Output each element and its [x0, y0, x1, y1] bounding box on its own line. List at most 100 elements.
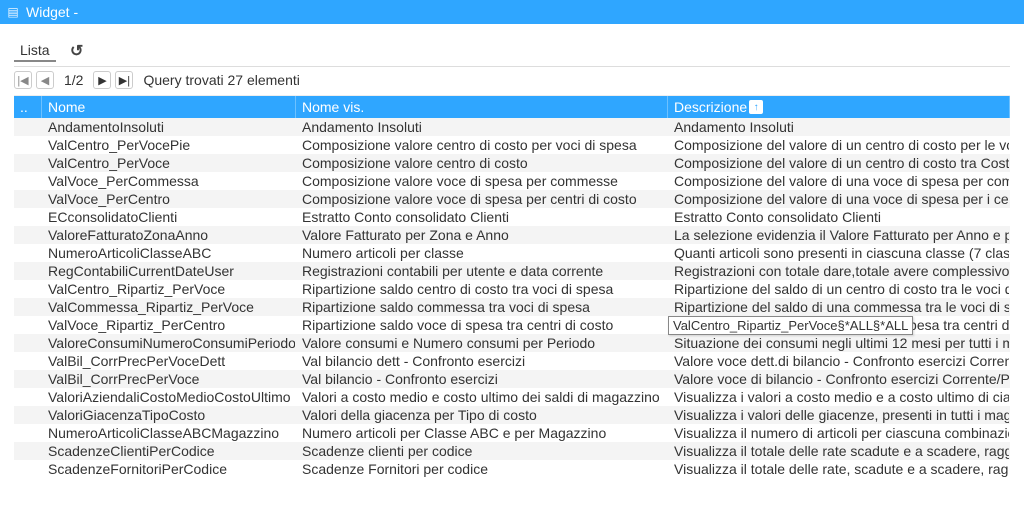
table-row[interactable]: ValoreConsumiNumeroConsumiPeriodoValore …: [14, 334, 1010, 352]
cell-nome-vis[interactable]: Val bilancio - Confronto esercizi: [296, 370, 668, 388]
row-selector-cell[interactable]: [14, 352, 42, 370]
table-row[interactable]: ECconsolidatoClientiEstratto Conto conso…: [14, 208, 1010, 226]
cell-nome-vis[interactable]: Valore consumi e Numero consumi per Peri…: [296, 334, 668, 352]
cell-nome-vis[interactable]: Valori a costo medio e costo ultimo dei …: [296, 388, 668, 406]
cell-nome-vis[interactable]: Registrazioni contabili per utente e dat…: [296, 262, 668, 280]
row-selector-cell[interactable]: [14, 316, 42, 334]
cell-nome[interactable]: ECconsolidatoClienti: [42, 208, 296, 226]
table-row[interactable]: ValoriGiacenzaTipoCostoValori della giac…: [14, 406, 1010, 424]
cell-nome[interactable]: ValoriGiacenzaTipoCosto: [42, 406, 296, 424]
cell-nome-vis[interactable]: Ripartizione saldo commessa tra voci di …: [296, 298, 668, 316]
row-selector-cell[interactable]: [14, 298, 42, 316]
row-selector-cell[interactable]: [14, 172, 42, 190]
row-selector-cell[interactable]: [14, 262, 42, 280]
row-selector-cell[interactable]: [14, 460, 42, 478]
column-header-nome-vis[interactable]: Nome vis.: [296, 96, 668, 118]
row-selector-cell[interactable]: [14, 424, 42, 442]
table-row[interactable]: ValVoce_PerCommessaComposizione valore v…: [14, 172, 1010, 190]
cell-nome[interactable]: ScadenzeFornitoriPerCodice: [42, 460, 296, 478]
table-row[interactable]: AndamentoInsolutiAndamento InsolutiAndam…: [14, 118, 1010, 136]
row-selector-cell[interactable]: [14, 190, 42, 208]
cell-nome-vis[interactable]: Ripartizione saldo voce di spesa tra cen…: [296, 316, 668, 334]
pager-first-button[interactable]: |◀: [14, 71, 32, 89]
cell-nome[interactable]: ValoreConsumiNumeroConsumiPeriodo: [42, 334, 296, 352]
refresh-icon[interactable]: ↻: [70, 41, 83, 61]
table-row[interactable]: ScadenzeClientiPerCodiceScadenze clienti…: [14, 442, 1010, 460]
table-row[interactable]: ValCentro_PerVoceComposizione valore cen…: [14, 154, 1010, 172]
table-row[interactable]: ValoreFatturatoZonaAnnoValore Fatturato …: [14, 226, 1010, 244]
table-row[interactable]: ValCommessa_Ripartiz_PerVoceRipartizione…: [14, 298, 1010, 316]
cell-nome[interactable]: ValoriAziendaliCostoMedioCostoUltimo: [42, 388, 296, 406]
table-row[interactable]: NumeroArticoliClasseABCNumero articoli p…: [14, 244, 1010, 262]
cell-descrizione[interactable]: La selezione evidenzia il Valore Fattura…: [668, 226, 1010, 244]
table-row[interactable]: ValCentro_PerVocePieComposizione valore …: [14, 136, 1010, 154]
cell-descrizione[interactable]: Andamento Insoluti: [668, 118, 1010, 136]
table-row[interactable]: ValVoce_PerCentroComposizione valore voc…: [14, 190, 1010, 208]
cell-descrizione[interactable]: Composizione del valore di una voce di s…: [668, 172, 1010, 190]
table-row[interactable]: ValBil_CorrPrecPerVoceDettVal bilancio d…: [14, 352, 1010, 370]
cell-nome[interactable]: ValoreFatturatoZonaAnno: [42, 226, 296, 244]
cell-nome[interactable]: ValCentro_PerVocePie: [42, 136, 296, 154]
pager-next-button[interactable]: ▶: [93, 71, 111, 89]
tab-lista[interactable]: Lista: [14, 40, 56, 62]
cell-descrizione[interactable]: Registrazioni con totale dare,totale ave…: [668, 262, 1010, 280]
cell-nome-vis[interactable]: Scadenze Fornitori per codice: [296, 460, 668, 478]
row-selector-cell[interactable]: [14, 208, 42, 226]
row-selector-cell[interactable]: [14, 136, 42, 154]
cell-nome-vis[interactable]: Estratto Conto consolidato Clienti: [296, 208, 668, 226]
cell-descrizione[interactable]: Estratto Conto consolidato Clienti: [668, 208, 1010, 226]
cell-nome[interactable]: ValCommessa_Ripartiz_PerVoce: [42, 298, 296, 316]
cell-descrizione[interactable]: Visualizza il totale delle rate, scadute…: [668, 460, 1010, 478]
cell-descrizione[interactable]: Composizione del valore di una voce di s…: [668, 190, 1010, 208]
cell-nome[interactable]: RegContabiliCurrentDateUser: [42, 262, 296, 280]
row-selector-cell[interactable]: [14, 280, 42, 298]
table-row[interactable]: ScadenzeFornitoriPerCodiceScadenze Forni…: [14, 460, 1010, 478]
table-row[interactable]: ValBil_CorrPrecPerVoceVal bilancio - Con…: [14, 370, 1010, 388]
cell-nome[interactable]: ValVoce_Ripartiz_PerCentro: [42, 316, 296, 334]
cell-nome-vis[interactable]: Composizione valore voce di spesa per co…: [296, 172, 668, 190]
cell-nome-vis[interactable]: Composizione valore centro di costo: [296, 154, 668, 172]
cell-descrizione[interactable]: Valore voce di bilancio - Confronto eser…: [668, 370, 1010, 388]
row-selector-cell[interactable]: [14, 388, 42, 406]
cell-nome-vis[interactable]: Numero articoli per Classe ABC e per Mag…: [296, 424, 668, 442]
pager-last-button[interactable]: ▶|: [115, 71, 133, 89]
cell-descrizione[interactable]: Visualizza i valori delle giacenze, pres…: [668, 406, 1010, 424]
column-header-descrizione[interactable]: Descrizione ↑: [668, 96, 1010, 118]
cell-descrizione[interactable]: Ripartizione del saldo di una commessa t…: [668, 298, 1010, 316]
cell-nome[interactable]: ValCentro_PerVoce: [42, 154, 296, 172]
cell-descrizione[interactable]: Composizione del valore di un centro di …: [668, 136, 1010, 154]
row-selector-cell[interactable]: [14, 226, 42, 244]
column-header-selector[interactable]: ..: [14, 96, 42, 118]
titlebar[interactable]: ▤ Widget -: [0, 0, 1024, 24]
cell-nome-vis[interactable]: Scadenze clienti per codice: [296, 442, 668, 460]
cell-nome[interactable]: NumeroArticoliClasseABC: [42, 244, 296, 262]
cell-nome[interactable]: ValBil_CorrPrecPerVoce: [42, 370, 296, 388]
cell-nome[interactable]: NumeroArticoliClasseABCMagazzino: [42, 424, 296, 442]
cell-descrizione[interactable]: Visualizza i valori a costo medio e a co…: [668, 388, 1010, 406]
pager-prev-button[interactable]: ◀: [36, 71, 54, 89]
cell-descrizione[interactable]: Quanti articoli sono presenti in ciascun…: [668, 244, 1010, 262]
cell-descrizione[interactable]: Valore voce dett.di bilancio - Confronto…: [668, 352, 1010, 370]
row-selector-cell[interactable]: [14, 406, 42, 424]
menu-icon[interactable]: ▤: [6, 5, 20, 19]
cell-nome-vis[interactable]: Andamento Insoluti: [296, 118, 668, 136]
cell-descrizione[interactable]: Ripartizione del saldo di un centro di c…: [668, 280, 1010, 298]
cell-nome[interactable]: ValVoce_PerCommessa: [42, 172, 296, 190]
table-row[interactable]: RegContabiliCurrentDateUserRegistrazioni…: [14, 262, 1010, 280]
cell-descrizione[interactable]: Visualizza il numero di articoli per cia…: [668, 424, 1010, 442]
row-selector-cell[interactable]: [14, 118, 42, 136]
cell-nome[interactable]: ValCentro_Ripartiz_PerVoce: [42, 280, 296, 298]
cell-nome-vis[interactable]: Composizione valore centro di costo per …: [296, 136, 668, 154]
cell-nome[interactable]: AndamentoInsoluti: [42, 118, 296, 136]
cell-descrizione[interactable]: Visualizza il totale delle rate scadute …: [668, 442, 1010, 460]
row-selector-cell[interactable]: [14, 154, 42, 172]
cell-nome[interactable]: ScadenzeClientiPerCodice: [42, 442, 296, 460]
cell-nome[interactable]: ValBil_CorrPrecPerVoceDett: [42, 352, 296, 370]
cell-nome-vis[interactable]: Ripartizione saldo centro di costo tra v…: [296, 280, 668, 298]
cell-nome[interactable]: ValVoce_PerCentro: [42, 190, 296, 208]
cell-nome-vis[interactable]: Valore Fatturato per Zona e Anno: [296, 226, 668, 244]
row-selector-cell[interactable]: [14, 334, 42, 352]
row-selector-cell[interactable]: [14, 370, 42, 388]
cell-nome-vis[interactable]: Valori della giacenza per Tipo di costo: [296, 406, 668, 424]
table-row[interactable]: NumeroArticoliClasseABCMagazzinoNumero a…: [14, 424, 1010, 442]
